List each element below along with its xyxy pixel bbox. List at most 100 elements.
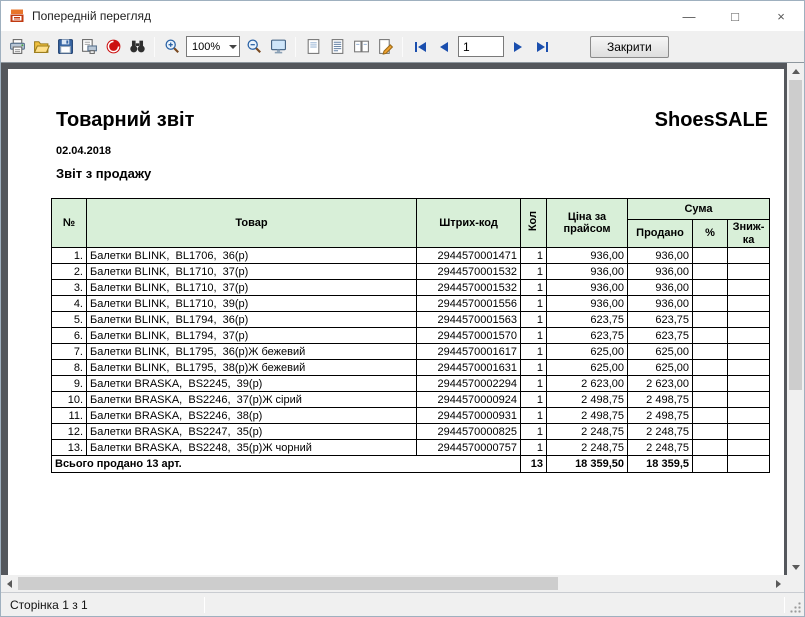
cell-barcode: 2944570000924 [417,392,521,408]
resize-grip[interactable] [789,601,802,614]
first-page-icon [415,42,417,52]
cell-qty: 1 [521,408,547,424]
cell-disc [728,248,770,264]
cell-disc [728,296,770,312]
cell-product: Балетки BLINK, BL1710, 39(р) [87,296,417,312]
zoom-out-button[interactable] [242,35,266,59]
scroll-right-button[interactable] [770,575,787,592]
prev-page-button[interactable] [432,35,456,59]
close-preview-button[interactable]: Закрити [590,36,669,58]
cell-barcode: 2944570001563 [417,312,521,328]
print-button[interactable] [5,35,29,59]
maximize-button[interactable]: □ [712,1,758,31]
total-pct [693,456,728,473]
cell-sold: 2 498,75 [628,408,693,424]
cell-product: Балетки BLINK, BL1795, 38(р)Ж бежевий [87,360,417,376]
total-sold: 18 359,5 [628,456,693,473]
window-title: Попередній перегляд [32,9,666,23]
cell-pct [693,312,728,328]
cell-n: 2. [52,264,87,280]
scroll-up-button[interactable] [787,63,804,80]
page-setup-button[interactable] [301,35,325,59]
two-pages-button[interactable] [349,35,373,59]
vertical-scrollbar[interactable] [787,63,804,576]
cell-barcode: 2944570001617 [417,344,521,360]
cell-barcode: 2944570002294 [417,376,521,392]
cell-price: 2 498,75 [547,408,628,424]
cell-disc [728,424,770,440]
cell-qty: 1 [521,440,547,456]
cell-barcode: 2944570001631 [417,360,521,376]
cell-n: 4. [52,296,87,312]
horizontal-scroll-thumb[interactable] [18,577,558,590]
cell-sold: 2 498,75 [628,392,693,408]
cell-n: 13. [52,440,87,456]
page-number-input[interactable] [458,36,504,57]
scroll-down-button[interactable] [787,559,804,576]
cell-sold: 625,00 [628,360,693,376]
full-screen-button[interactable] [266,35,290,59]
next-page-button[interactable] [506,35,530,59]
vertical-scroll-thumb[interactable] [789,80,802,390]
statusbar: Сторінка 1 з 1 [1,592,804,616]
window-controls: — □ × [666,1,804,31]
cell-price: 936,00 [547,248,628,264]
minimize-button[interactable]: — [666,1,712,31]
cell-product: Балетки BLINK, BL1710, 37(р) [87,280,417,296]
cell-product: Балетки BRASKA, BS2246, 37(р)Ж сірий [87,392,417,408]
toolbar-separator [295,37,296,57]
report-header: Товарний звіт ShoesSALE [56,109,768,132]
cell-product: Балетки BLINK, BL1794, 36(р) [87,312,417,328]
page-text-button[interactable] [325,35,349,59]
col-product-header: Товар [87,199,417,248]
cell-qty: 1 [521,424,547,440]
titlebar[interactable]: Попередній перегляд — □ × [1,1,804,31]
cell-product: Балетки BLINK, BL1710, 37(р) [87,264,417,280]
cell-qty: 1 [521,376,547,392]
cell-product: Балетки BRASKA, BS2245, 39(р) [87,376,417,392]
open-button[interactable] [29,35,53,59]
horizontal-scrollbar[interactable] [1,575,787,592]
zoom-value: 100% [192,41,220,53]
cell-price: 623,75 [547,328,628,344]
close-window-button[interactable]: × [758,1,804,31]
cell-price: 625,00 [547,344,628,360]
cell-product: Балетки BLINK, BL1706, 36(р) [87,248,417,264]
total-row: Всього продано 13 арт. 13 18 359,50 18 3… [52,456,770,473]
cell-sold: 2 248,75 [628,424,693,440]
preview-area: Товарний звіт ShoesSALE 02.04.2018 Звіт … [1,62,804,592]
cell-price: 625,00 [547,360,628,376]
statusbar-page-info: Сторінка 1 з 1 [1,598,88,612]
edit-page-button[interactable] [373,35,397,59]
zoom-select[interactable]: 100% [186,36,240,57]
cell-product: Балетки BLINK, BL1794, 37(р) [87,328,417,344]
cell-pct [693,248,728,264]
find-button[interactable] [125,35,149,59]
col-sum-header: Сума [628,199,770,220]
print-setup-button[interactable] [77,35,101,59]
cell-barcode: 2944570001532 [417,280,521,296]
last-page-button[interactable] [530,35,554,59]
two-pages-icon [353,38,370,55]
cell-qty: 1 [521,392,547,408]
cell-barcode: 2944570001532 [417,264,521,280]
report-title: Товарний звіт [56,109,194,132]
cell-n: 8. [52,360,87,376]
cell-pct [693,376,728,392]
scroll-left-button[interactable] [1,575,18,592]
cell-pct [693,280,728,296]
edit-page-icon [377,38,394,55]
save-button[interactable] [53,35,77,59]
first-page-button[interactable] [408,35,432,59]
cell-disc [728,328,770,344]
cell-qty: 1 [521,296,547,312]
cell-qty: 1 [521,360,547,376]
export-pdf-button[interactable] [101,35,125,59]
zoom-in-button[interactable] [160,35,184,59]
cell-price: 2 623,00 [547,376,628,392]
chevron-down-icon [229,45,237,49]
table-row: 12.Балетки BRASKA, BS2247, 35(р)29445700… [52,424,770,440]
open-folder-icon [33,38,50,55]
cell-disc [728,264,770,280]
cell-disc [728,344,770,360]
